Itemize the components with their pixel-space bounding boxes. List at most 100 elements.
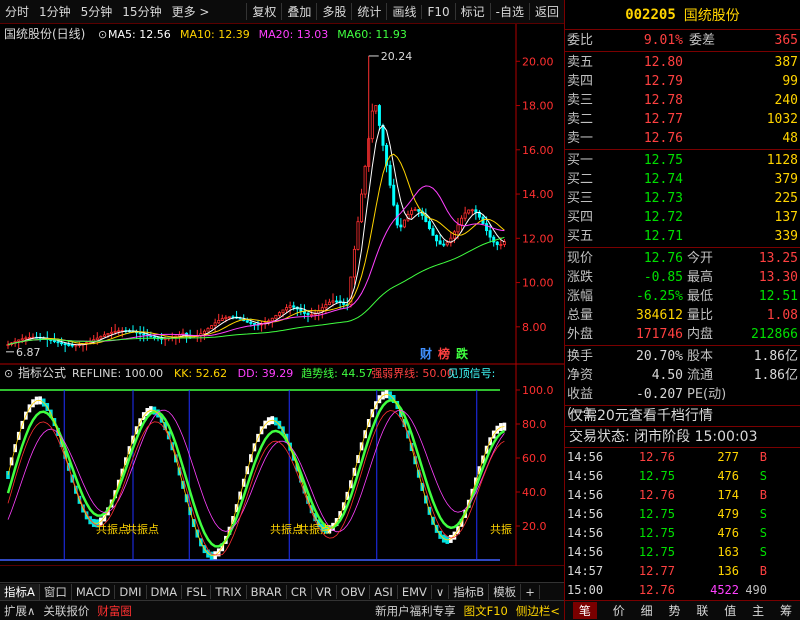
price-tick-label: 14.00 (522, 188, 554, 201)
func-button-4[interactable]: 画线 (386, 3, 421, 20)
indicator-tab-16[interactable]: + (521, 584, 540, 599)
quote-row-1-value2: 13.30 (758, 270, 798, 285)
candle-body (417, 209, 421, 212)
func-button-2[interactable]: 多股 (316, 3, 351, 20)
quote-row-4-value2: 212866 (751, 327, 798, 342)
settings-icon[interactable]: ⊙ (98, 28, 107, 41)
panel-tab-6[interactable]: 主 (752, 602, 764, 619)
indicator-tab-8[interactable]: CR (287, 584, 312, 599)
buy-row-1[interactable]: 买二 12.74 379 (565, 170, 800, 189)
indicator-tab-5[interactable]: FSL (182, 584, 212, 599)
period-button-2[interactable]: 5分钟 (76, 3, 118, 20)
indicator-tab-0[interactable]: 指标A (0, 583, 40, 600)
quote-row-3-label1: 总量 (567, 308, 594, 323)
candle-body (431, 228, 435, 236)
sell-row-1-label: 卖四 (567, 74, 594, 89)
panel-tab-2[interactable]: 细 (641, 602, 653, 619)
indicator-tab-4[interactable]: DMA (147, 584, 183, 599)
tick-time: 14:56 (567, 526, 604, 540)
period-button-4[interactable]: 更多 > (167, 3, 215, 20)
ma-legend-0: MA5: 12.56 (108, 28, 171, 41)
new-user-promo-link[interactable]: 新用户福利专享 (371, 603, 460, 619)
func-button-5[interactable]: F10 (421, 4, 454, 19)
tick-time: 14:57 (567, 564, 604, 578)
candle-body (438, 240, 442, 245)
quote-row-2-value1: -6.25% (636, 289, 683, 304)
period-button-0[interactable]: 分时 (0, 3, 34, 20)
candle-body (142, 333, 146, 336)
func-button-8[interactable]: 返回 (528, 3, 564, 20)
indicator-tab-1[interactable]: 窗口 (40, 583, 72, 600)
sell-row-0[interactable]: 卖五 12.80 387 (565, 53, 800, 72)
indicator-tab-3[interactable]: DMI (115, 584, 147, 599)
indicator-tab-14[interactable]: 指标B (449, 583, 490, 600)
panel-tab-7[interactable]: 筹 (780, 602, 792, 619)
panel-tab-1[interactable]: 价 (613, 602, 625, 619)
sell-row-2[interactable]: 卖三 12.78 240 (565, 91, 800, 110)
buy-row-4[interactable]: 买五 12.71 339 (565, 227, 800, 246)
weicha-value: 365 (774, 33, 798, 48)
candle-body (113, 330, 117, 333)
func-button-6[interactable]: 标记 (454, 3, 490, 20)
badge-0[interactable]: 财 (419, 346, 432, 361)
panel-tab-4[interactable]: 联 (696, 602, 708, 619)
func-button-0[interactable]: 复权 (246, 3, 281, 20)
badge-2[interactable]: 跌 (456, 346, 469, 361)
sell-orders: 卖五 12.80 387 卖四 12.79 99 卖三 12.78 240 卖二 12.77 1032… (565, 52, 800, 150)
indicator-tab-12[interactable]: EMV (398, 584, 432, 599)
period-button-1[interactable]: 1分钟 (34, 3, 76, 20)
expand-button[interactable]: 扩展∧ (0, 603, 39, 619)
period-button-3[interactable]: 15分钟 (117, 3, 166, 20)
quote-row-2: 涨幅 -6.25% 最低 12.51 (565, 287, 800, 306)
buy-row-3-price: 12.72 (643, 210, 683, 225)
chart-area[interactable]: 国统股份(日线) ⊙ MA5: 12.56 MA10: 12.39 MA20: 13.0… (0, 24, 564, 582)
candle-body (27, 336, 31, 339)
candle-body (392, 184, 396, 206)
badge-1[interactable]: 榜 (438, 346, 450, 361)
sell-row-4[interactable]: 卖一 12.76 48 (565, 129, 800, 148)
price-tick-label: 18.00 (522, 100, 554, 113)
indicator-settings-icon[interactable]: ⊙ (4, 367, 13, 380)
kline-chart[interactable]: 国统股份(日线) ⊙ MA5: 12.56 MA10: 12.39 MA20: 13.0… (0, 24, 564, 582)
buy-row-3[interactable]: 买四 12.72 137 (565, 208, 800, 227)
indicator-tab-10[interactable]: OBV (337, 584, 371, 599)
sidebar-toggle[interactable]: 侧边栏< (512, 603, 564, 619)
tick-time: 14:56 (567, 545, 604, 559)
buy-row-0[interactable]: 买一 12.75 1128 (565, 151, 800, 170)
tick-volume: 163 (717, 545, 739, 559)
panel-tabs: 笔价细势联值主筹 (565, 600, 800, 620)
sell-row-1[interactable]: 卖四 12.79 99 (565, 72, 800, 91)
f10-button[interactable]: 图文F10 (460, 603, 512, 619)
candle-body (252, 323, 256, 325)
panel-tab-0[interactable]: 笔 (572, 602, 597, 619)
buy-row-3-label: 买四 (567, 210, 594, 225)
quote-row-3-value1: 384612 (636, 308, 683, 323)
func-button-7[interactable]: -自选 (489, 3, 529, 20)
candle-body (217, 320, 221, 324)
candle-body (331, 300, 335, 303)
indicator-tab-2[interactable]: MACD (72, 584, 116, 599)
indicator-tab-6[interactable]: TRIX (211, 584, 247, 599)
indicator-tab-11[interactable]: ASI (370, 584, 398, 599)
indicator-tab-15[interactable]: 模板 (489, 583, 522, 600)
indicator-tab-13[interactable]: ∨ (432, 584, 450, 599)
related-quote-button[interactable]: 关联报价 (39, 603, 93, 619)
indicator-tab-9[interactable]: VR (312, 584, 337, 599)
tick-side: S (759, 507, 767, 521)
panel-tab-3[interactable]: 势 (669, 602, 681, 619)
fund-row-2-value1: -0.207 (636, 387, 683, 402)
promo-banner[interactable]: 仅需20元查看千档行情 (565, 406, 800, 427)
tick-row-4: 14:56 12.75 476 S (565, 524, 800, 543)
tick-time: 14:56 (567, 450, 604, 464)
indicator-tab-7[interactable]: BRAR (247, 584, 287, 599)
tick-row-1: 14:56 12.75 476 S (565, 467, 800, 486)
quote-row-1-value1: -0.85 (643, 270, 683, 285)
buy-row-2[interactable]: 买三 12.73 225 (565, 189, 800, 208)
sell-row-3[interactable]: 卖二 12.77 1032 (565, 110, 800, 129)
wealth-circle-button[interactable]: 财富圈 (93, 603, 136, 619)
func-button-3[interactable]: 统计 (351, 3, 386, 20)
buy-row-1-vol: 379 (774, 172, 798, 187)
func-button-1[interactable]: 叠加 (281, 3, 316, 20)
panel-tab-5[interactable]: 值 (724, 602, 736, 619)
candle-body (149, 335, 153, 338)
